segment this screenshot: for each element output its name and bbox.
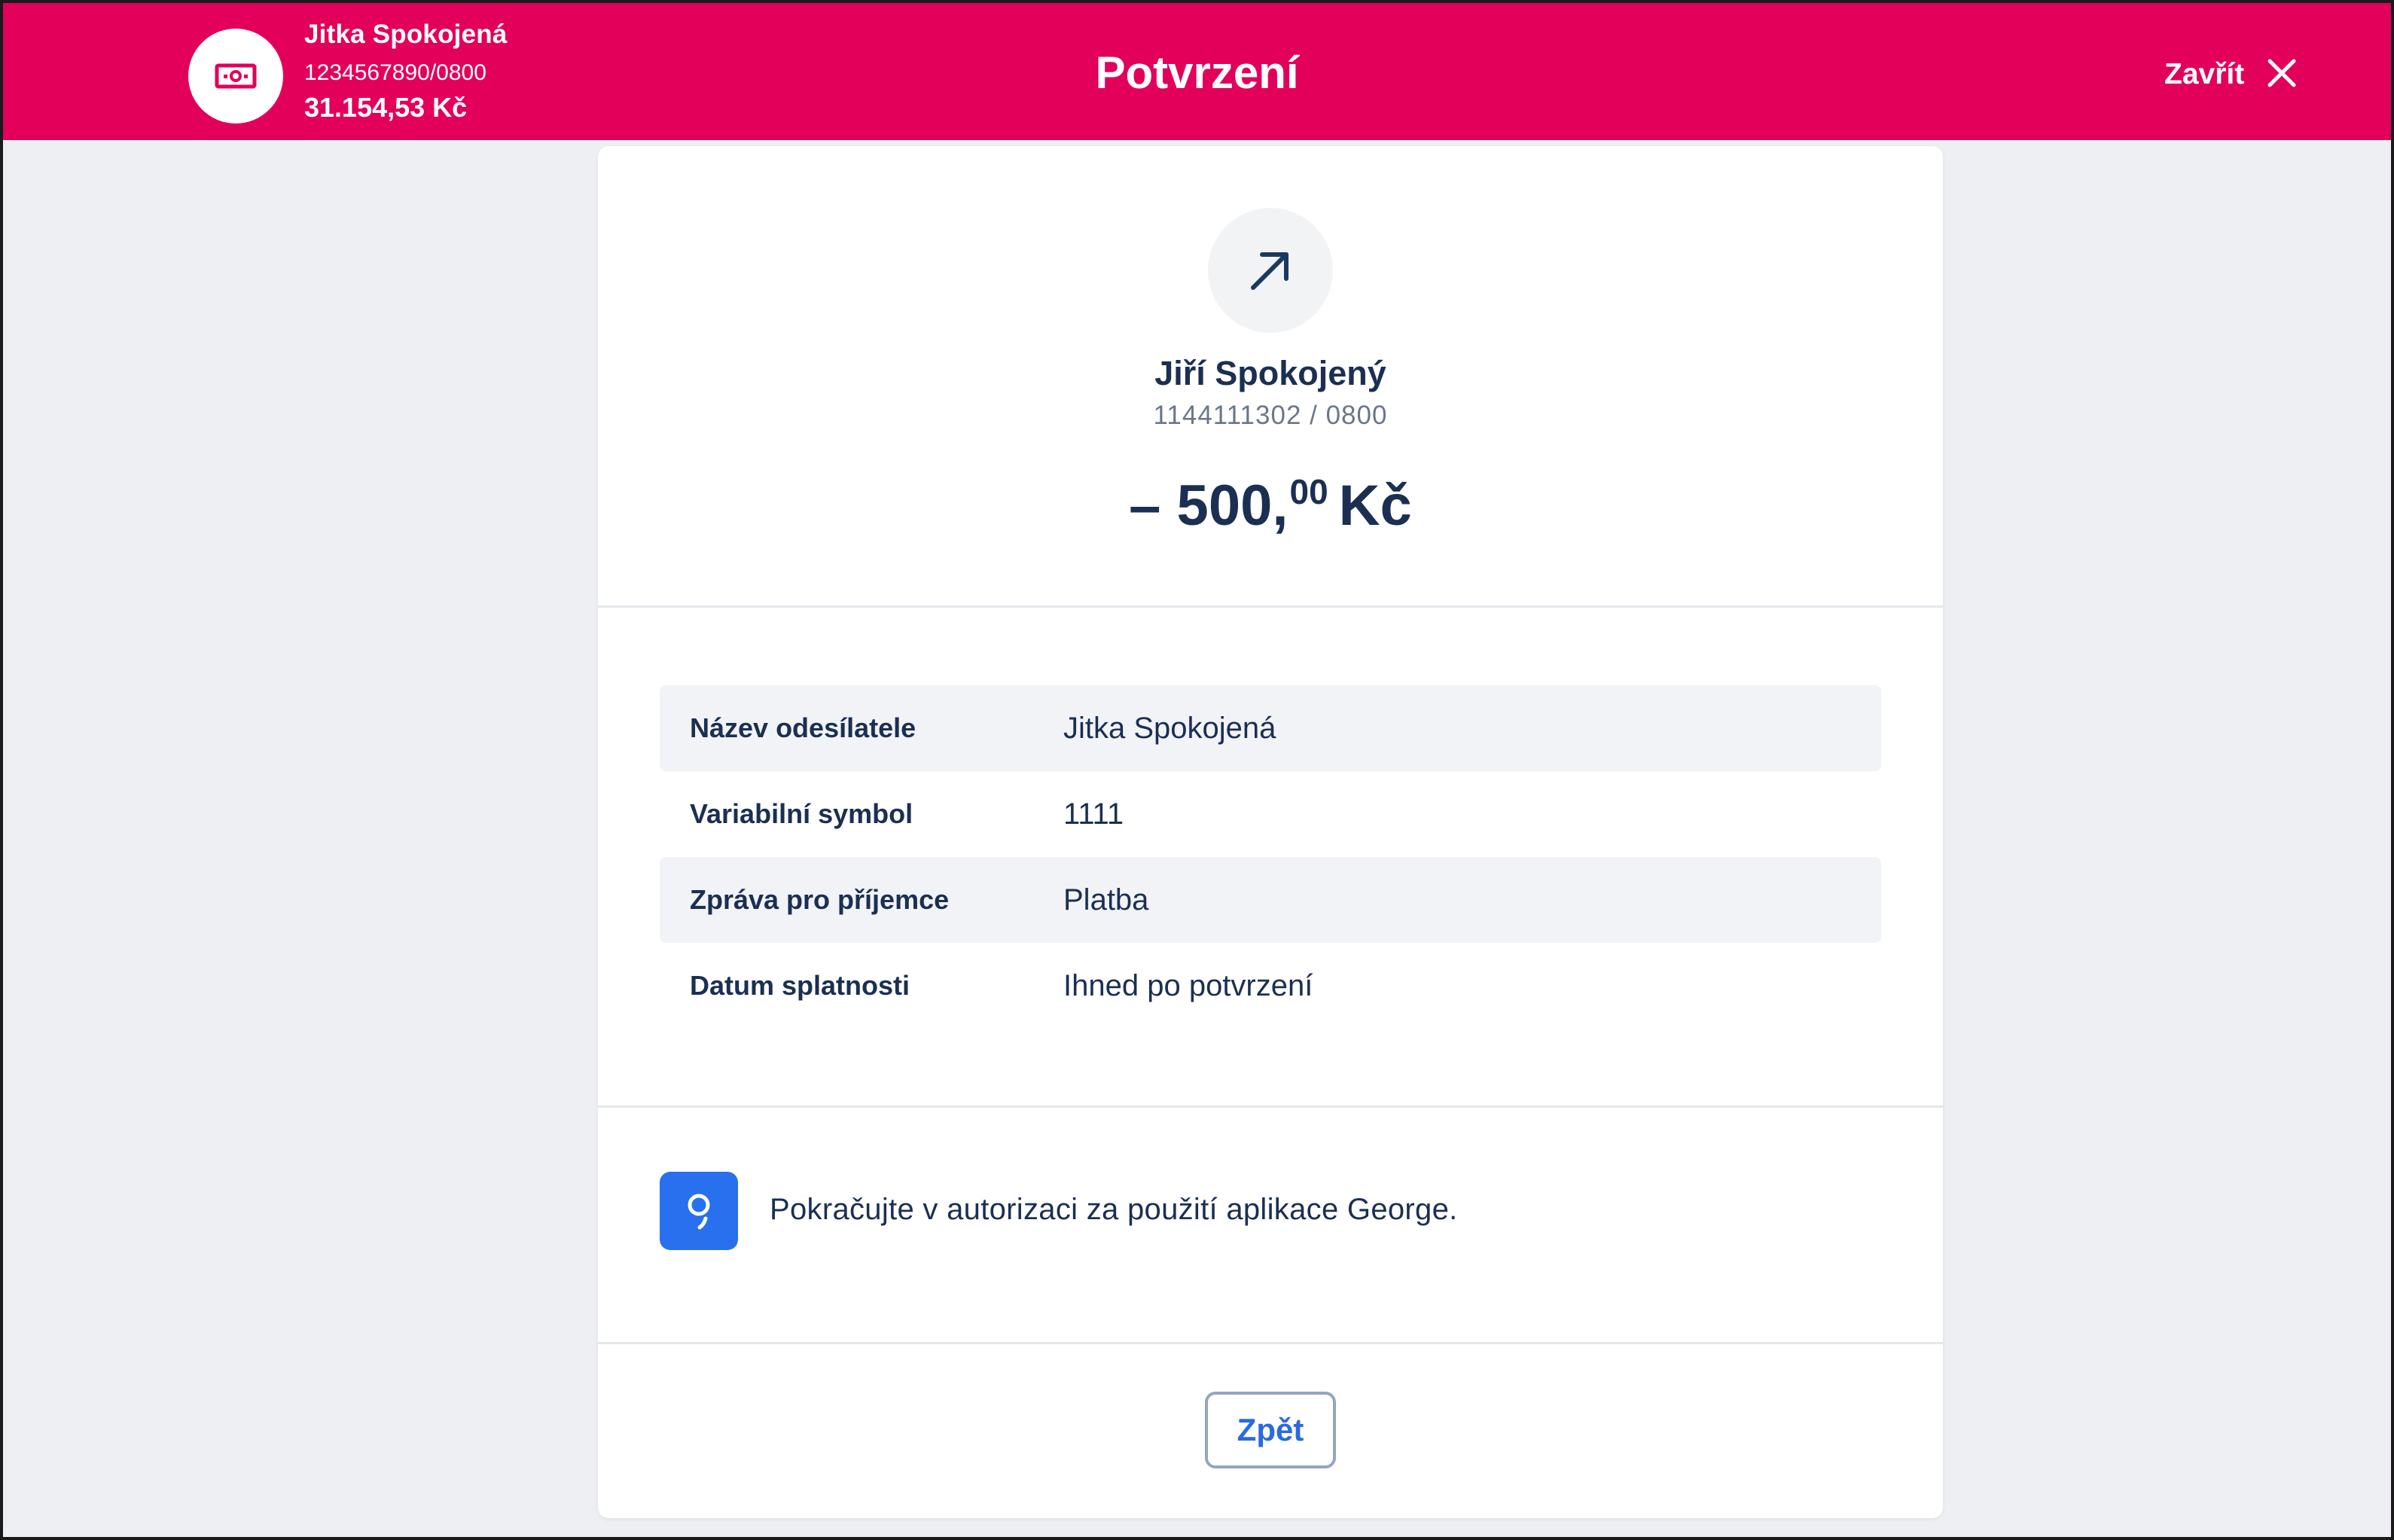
confirmation-card: Jiří Spokojený 1144111302 / 0800 – 500,0… (598, 146, 1943, 1518)
back-button[interactable]: Zpět (1205, 1392, 1336, 1468)
close-button[interactable]: Zavřít (2164, 51, 2297, 98)
recipient-name: Jiří Spokojený (1154, 354, 1386, 392)
confirmation-screen: Jitka Spokojená 1234567890/0800 31.154,5… (0, 0, 2394, 1540)
divider (598, 1342, 1943, 1344)
divider (598, 605, 1943, 608)
amount-currency: Kč (1338, 474, 1412, 538)
detail-value: 1111 (1063, 797, 1124, 831)
detail-row-sender: Název odesílatele Jitka Spokojená (660, 685, 1881, 771)
close-icon (2267, 58, 2297, 92)
close-label: Zavřít (2164, 58, 2245, 90)
detail-label: Datum splatnosti (690, 970, 910, 1001)
detail-value: Jitka Spokojená (1063, 711, 1276, 745)
authorization-message: Pokračujte v autorizaci za použití aplik… (770, 1193, 1458, 1226)
arrow-up-right-icon (1208, 208, 1333, 333)
account-name: Jitka Spokojená (304, 20, 508, 49)
payment-details: Název odesílatele Jitka Spokojená Variab… (660, 685, 1881, 1029)
detail-label: Zpráva pro příjemce (690, 884, 950, 915)
top-bar: Jitka Spokojená 1234567890/0800 31.154,5… (3, 3, 2391, 140)
amount-main: – 500, (1129, 474, 1288, 538)
detail-label: Variabilní symbol (690, 798, 913, 829)
detail-value: Ihned po potvrzení (1063, 968, 1313, 1002)
george-app-icon (660, 1172, 738, 1250)
detail-row-variable-symbol: Variabilní symbol 1111 (660, 771, 1881, 857)
detail-label: Název odesílatele (690, 712, 916, 743)
payment-amount: – 500,00 Kč (598, 471, 1943, 538)
recipient-account: 1144111302 / 0800 (1153, 401, 1388, 430)
page-title: Potvrzení (1095, 47, 1299, 98)
amount-decimals: 00 (1289, 472, 1328, 511)
detail-row-message: Zpráva pro příjemce Platba (660, 857, 1881, 943)
divider (598, 1105, 1943, 1108)
detail-value: Platba (1063, 883, 1149, 916)
detail-row-due-date: Datum splatnosti Ihned po potvrzení (660, 943, 1881, 1029)
